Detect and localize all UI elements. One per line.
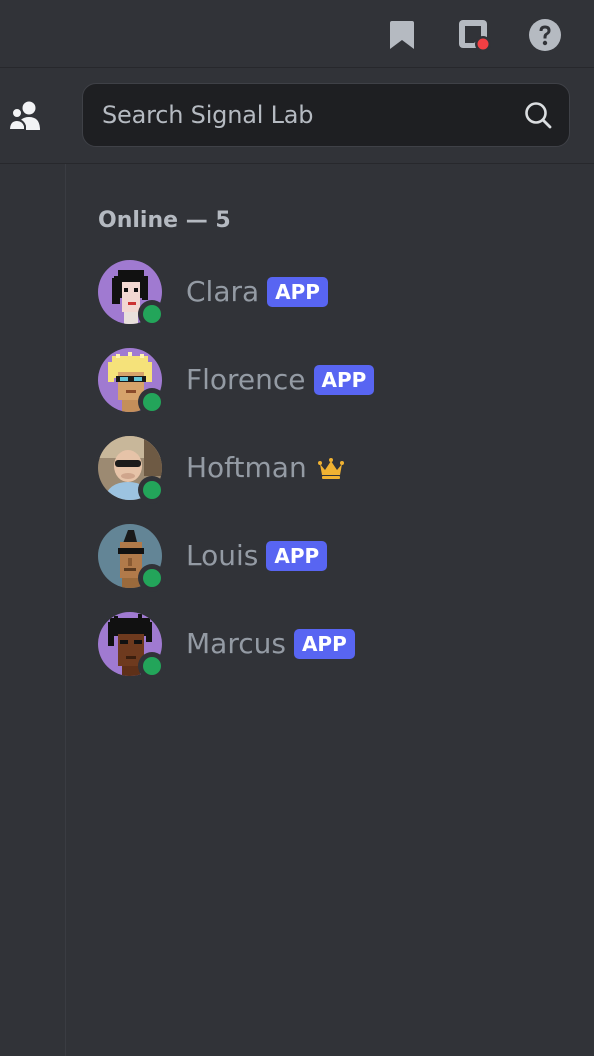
inbox-icon[interactable]: [455, 16, 493, 54]
avatar: [98, 348, 166, 416]
member-name: Louis: [186, 539, 259, 572]
crown-icon: [317, 456, 345, 480]
member-item-florence[interactable]: Florence APP: [98, 344, 578, 416]
avatar: [98, 260, 166, 328]
avatar: [98, 524, 166, 592]
app-badge: APP: [313, 365, 375, 395]
member-item-louis[interactable]: Louis APP: [98, 520, 578, 592]
online-status-indicator: [138, 388, 166, 416]
member-name: Marcus: [186, 627, 286, 660]
member-item-hoftman[interactable]: Hoftman: [98, 432, 578, 504]
member-item-marcus[interactable]: Marcus APP: [98, 608, 578, 680]
member-name: Hoftman: [186, 451, 307, 484]
help-icon[interactable]: [526, 16, 564, 54]
member-name: Clara: [186, 275, 260, 308]
online-status-indicator: [138, 300, 166, 328]
members-icon: [8, 101, 40, 131]
search-icon[interactable]: [521, 98, 555, 132]
member-item-clara[interactable]: Clara APP: [98, 256, 578, 328]
online-status-indicator: [138, 652, 166, 680]
online-status-indicator: [138, 564, 166, 592]
search-row: [0, 68, 594, 164]
online-section-header: Online — 5: [98, 208, 231, 233]
inbox-unread-dot: [477, 38, 489, 50]
bookmark-icon[interactable]: [383, 16, 421, 54]
search-input[interactable]: [100, 100, 521, 130]
left-rail: [0, 164, 66, 1056]
avatar: [98, 612, 166, 680]
online-status-indicator: [138, 476, 166, 504]
member-list: Online — 5 Clara APP Florence APP Hoftma…: [66, 164, 594, 1056]
app-badge: APP: [293, 629, 355, 659]
member-name: Florence: [186, 363, 306, 396]
app-badge: APP: [267, 277, 328, 307]
top-bar: [0, 0, 594, 68]
avatar: [98, 436, 166, 504]
app-badge: APP: [266, 541, 328, 571]
search-box[interactable]: [82, 83, 570, 147]
member-list-toggle[interactable]: [6, 96, 46, 136]
